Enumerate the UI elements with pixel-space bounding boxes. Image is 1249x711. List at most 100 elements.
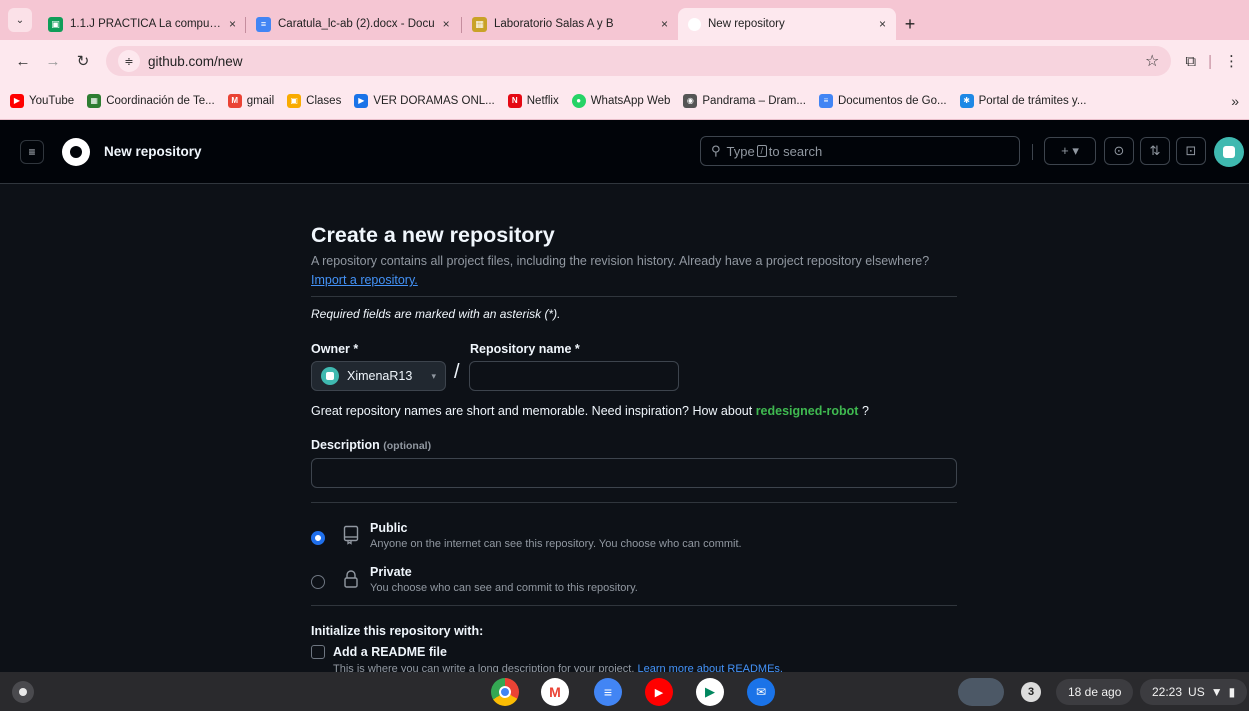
repository-name-input[interactable]	[469, 361, 679, 391]
close-icon[interactable]: ×	[661, 17, 668, 31]
close-icon[interactable]: ×	[879, 17, 886, 31]
status-tray[interactable]: 22:23 US ▼ ▮	[1140, 679, 1248, 705]
inbox-icon[interactable]: ⊡	[1176, 137, 1206, 165]
header-divider	[1032, 144, 1033, 160]
holding-space-thumbnail[interactable]	[958, 678, 1004, 706]
os-shelf: M ≡ ▶ ▶ ✉ 3 18 de ago 22:23 US ▼ ▮	[0, 672, 1249, 711]
readme-description: This is where you can write a long descr…	[333, 663, 783, 672]
bookmark-coordinacion[interactable]: ▦ Coordinación de Te...	[87, 93, 215, 108]
browser-toolbar: ← → ↻ ≑ github.com/new ☆ ⧉ | ⋮	[0, 40, 1249, 82]
owner-repo-separator: /	[454, 361, 460, 383]
bookmark-doramas[interactable]: ▶ VER DORAMAS ONL...	[354, 93, 495, 108]
keyboard-layout: US	[1188, 685, 1205, 699]
github-icon	[688, 17, 701, 31]
header-context-title: New repository	[104, 144, 202, 159]
public-radio[interactable]	[311, 531, 325, 545]
private-radio[interactable]	[311, 575, 325, 589]
grid-icon: ▦	[87, 93, 102, 108]
description-label: Description (optional)	[311, 438, 432, 452]
description-input[interactable]	[311, 458, 957, 488]
docs-icon[interactable]: ≡	[594, 678, 622, 706]
netflix-icon: N	[507, 93, 522, 108]
owner-avatar	[321, 367, 339, 385]
toolbar-divider: |	[1208, 52, 1212, 70]
battery-icon: ▮	[1228, 685, 1236, 699]
pull-requests-icon[interactable]: ⇅	[1140, 137, 1170, 165]
divider	[311, 502, 957, 503]
bookmark-star-icon[interactable]: ☆	[1145, 51, 1159, 71]
divider	[311, 296, 957, 297]
browser-menu-icon[interactable]: ⋮	[1224, 52, 1239, 70]
chrome-icon[interactable]	[491, 678, 519, 706]
youtube-icon: ▶	[10, 93, 24, 108]
suggested-name[interactable]: redesigned-robot	[756, 404, 859, 418]
learn-more-readmes-link[interactable]: Learn more about READMEs.	[637, 663, 783, 672]
portal-icon: ✱	[959, 93, 974, 108]
reload-icon[interactable]: ↻	[70, 48, 96, 74]
tab-title: New repository	[708, 18, 785, 30]
visibility-public-option[interactable]: Public Anyone on the internet can see th…	[311, 521, 957, 561]
tab-new-repository[interactable]: New repository ×	[678, 8, 896, 40]
tab-title: Caratula_lc-ab (2).docx - Docu	[278, 18, 435, 30]
readme-label[interactable]: Add a README file	[333, 645, 447, 659]
name-suggestion-hint: Great repository names are short and mem…	[311, 404, 869, 418]
required-fields-note: Required fields are marked with an aster…	[311, 307, 561, 321]
owner-dropdown[interactable]: XimenaR13 ▾	[311, 361, 446, 391]
github-logo-icon[interactable]	[62, 137, 90, 166]
notification-badge[interactable]: 3	[1021, 682, 1041, 702]
tab-caratula[interactable]: ≡ Caratula_lc-ab (2).docx - Docu ×	[246, 8, 462, 40]
tab-practica[interactable]: ▣ 1.1.J PRÁCTICA La computaci ×	[38, 8, 246, 40]
tab-strip: ⌄ ▣ 1.1.J PRÁCTICA La computaci × ≡ Cara…	[0, 0, 1249, 40]
date-tray[interactable]: 18 de ago	[1056, 679, 1134, 705]
messages-icon[interactable]: ✉	[747, 678, 775, 706]
gmail-icon[interactable]: M	[541, 678, 569, 706]
new-tab-button[interactable]: +	[896, 10, 924, 38]
classroom-icon: ▣	[287, 93, 302, 108]
close-icon[interactable]: ×	[443, 17, 450, 31]
readme-checkbox[interactable]	[311, 645, 325, 659]
classroom-icon: ▣	[48, 16, 63, 32]
tab-search-button[interactable]: ⌄	[8, 8, 32, 32]
url-text[interactable]: github.com/new	[148, 54, 1145, 69]
tab-laboratorio[interactable]: ▦ Laboratorio Salas A y B ×	[462, 8, 678, 40]
forward-arrow-icon[interactable]: →	[40, 48, 66, 74]
bookmark-gmail[interactable]: Mgmail	[227, 93, 274, 108]
launcher-icon[interactable]	[12, 681, 34, 703]
repo-icon	[343, 525, 361, 547]
create-new-button[interactable]: + ▾	[1044, 137, 1096, 165]
tab-title: 1.1.J PRÁCTICA La computaci	[70, 18, 221, 30]
clock-time: 22:23	[1152, 685, 1183, 699]
youtube-icon[interactable]: ▶	[645, 678, 673, 706]
play-store-icon[interactable]: ▶	[696, 678, 724, 706]
hamburger-menu-icon[interactable]: ≡	[20, 139, 44, 164]
bookmark-whatsapp[interactable]: ● WhatsApp Web	[571, 93, 670, 108]
play-icon: ▶	[354, 93, 369, 108]
visibility-private-option[interactable]: Private You choose who can see and commi…	[311, 565, 957, 605]
bookmark-clases[interactable]: ▣ Clases	[287, 93, 341, 108]
bookmark-portal[interactable]: ✱ Portal de trámites y...	[959, 93, 1086, 108]
main-content: Create a new repository A repository con…	[0, 185, 1249, 672]
bookmark-documentos[interactable]: ≡ Documentos de Go...	[818, 93, 947, 108]
close-icon[interactable]: ×	[229, 17, 236, 31]
owner-label: Owner *	[311, 342, 359, 356]
search-input[interactable]: ⚲ Type / to search	[700, 136, 1020, 166]
user-avatar[interactable]	[1214, 137, 1244, 167]
docs-icon: ≡	[256, 16, 271, 32]
github-header: ≡ New repository ⚲ Type / to search + ▾ …	[0, 120, 1249, 184]
import-repository-link[interactable]: Import a repository.	[311, 273, 418, 287]
bookmark-pandrama[interactable]: ◉ Pandrama – Dram...	[683, 93, 806, 108]
tab-title: Laboratorio Salas A y B	[494, 18, 614, 30]
slash-key-hint: /	[756, 145, 767, 157]
extensions-icon[interactable]: ⧉	[1185, 53, 1196, 70]
site-info-icon[interactable]: ≑	[118, 50, 140, 72]
divider	[311, 605, 957, 606]
panda-icon: ◉	[683, 93, 698, 108]
lock-icon	[343, 569, 361, 591]
back-arrow-icon[interactable]: ←	[10, 48, 36, 74]
address-bar[interactable]: ≑ github.com/new ☆	[106, 46, 1172, 76]
bookmark-youtube[interactable]: ▶ YouTube	[10, 93, 74, 108]
bookmark-netflix[interactable]: N Netflix	[507, 93, 559, 108]
issues-icon[interactable]: ⊙	[1104, 137, 1134, 165]
repository-name-label: Repository name *	[470, 342, 580, 356]
more-bookmarks-icon[interactable]: »	[1231, 93, 1239, 109]
